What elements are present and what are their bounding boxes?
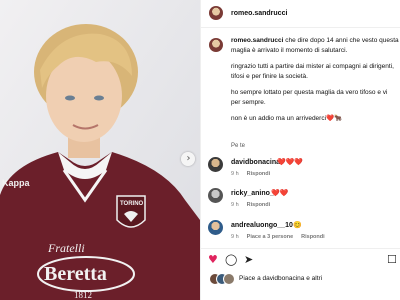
post-sidebar: romeo.sandrucci romeo.sandrucci che dire… xyxy=(200,0,400,300)
svg-text:Beretta: Beretta xyxy=(44,263,107,285)
comment-time: 9 h xyxy=(231,234,239,240)
commenter-avatar[interactable] xyxy=(208,188,223,203)
commenter-username[interactable]: ricky_anino_ xyxy=(231,190,274,197)
caption-line-2: maglia è arrivato il momento di salutarc… xyxy=(231,46,348,54)
commenter-avatar[interactable] xyxy=(208,220,223,235)
bookmark-icon[interactable]: ☐ xyxy=(387,254,397,266)
caption-line-3: ringrazio tutti a partire dai mister ai … xyxy=(231,63,394,70)
carousel-next-button[interactable]: › xyxy=(181,152,195,166)
caption-line-1: che dire dopo 14 anni che vesto questa xyxy=(285,37,399,44)
caption-avatar[interactable] xyxy=(209,38,223,52)
commenter-avatar[interactable] xyxy=(208,157,223,172)
likes-text[interactable]: Piace a davidbonacina e altri xyxy=(239,275,322,282)
chevron-right-icon: › xyxy=(186,153,191,164)
comment-item: davidbonacina ❤️❤️❤️ 9 h Rispondi xyxy=(201,156,400,184)
svg-text:Kappa: Kappa xyxy=(2,178,31,188)
comment-text: ❤️❤️ xyxy=(271,190,289,197)
caption-username[interactable]: romeo.sandrucci xyxy=(231,37,283,44)
reply-button[interactable]: Rispondi xyxy=(247,202,271,208)
commenter-username[interactable]: davidbonacina xyxy=(231,159,280,166)
author-username[interactable]: romeo.sandrucci xyxy=(231,10,287,17)
svg-text:Fratelli: Fratelli xyxy=(47,241,85,255)
comment-text: ❤️❤️❤️ xyxy=(277,159,304,166)
comment-item: ricky_anino_ ❤️❤️ 9 h Rispondi xyxy=(201,187,400,215)
post-photo[interactable]: Kappa TORINO Fratelli Beretta 1812 xyxy=(0,0,200,300)
heart-icon[interactable]: ♥ xyxy=(208,254,218,266)
caption-line-6: per sempre. xyxy=(231,98,266,106)
post-header: romeo.sandrucci xyxy=(201,0,400,28)
author-avatar[interactable] xyxy=(209,6,223,20)
comment-text: 😊 xyxy=(293,222,302,229)
comment-likes-link[interactable]: Piace a 3 persone xyxy=(247,234,293,240)
post-image: Kappa TORINO Fratelli Beretta 1812 xyxy=(0,0,200,300)
send-icon[interactable]: ➤ xyxy=(244,254,253,266)
liker-avatar xyxy=(223,273,235,285)
comment-time: 9 h xyxy=(231,202,239,208)
commenter-username[interactable]: andrealuongo__10 xyxy=(231,222,293,229)
svg-text:TORINO: TORINO xyxy=(120,201,144,207)
reply-button[interactable]: Rispondi xyxy=(247,171,271,177)
caption-line-7: non è un addio ma un arrivederci❤️🐂 xyxy=(231,115,343,122)
caption-line-4: tifosi e per finire la società. xyxy=(231,72,308,80)
see-translation-link[interactable]: Pe te xyxy=(231,143,245,149)
comment-time: 9 h xyxy=(231,171,239,177)
comment-item: andrealuongo__10 😊 9 h Piace a 3 persone R… xyxy=(201,219,400,247)
post-actions-bar: ♥ ◯ ➤ ☐ Piace a davidbonacina e altri xyxy=(201,248,400,300)
caption-line-5: ho sempre lottato per questa maglia da v… xyxy=(231,89,388,96)
svg-text:1812: 1812 xyxy=(74,290,92,300)
reply-button[interactable]: Rispondi xyxy=(301,234,325,240)
comment-icon[interactable]: ◯ xyxy=(225,254,237,266)
post-caption: romeo.sandrucci che dire dopo 14 anni ch… xyxy=(231,36,399,131)
